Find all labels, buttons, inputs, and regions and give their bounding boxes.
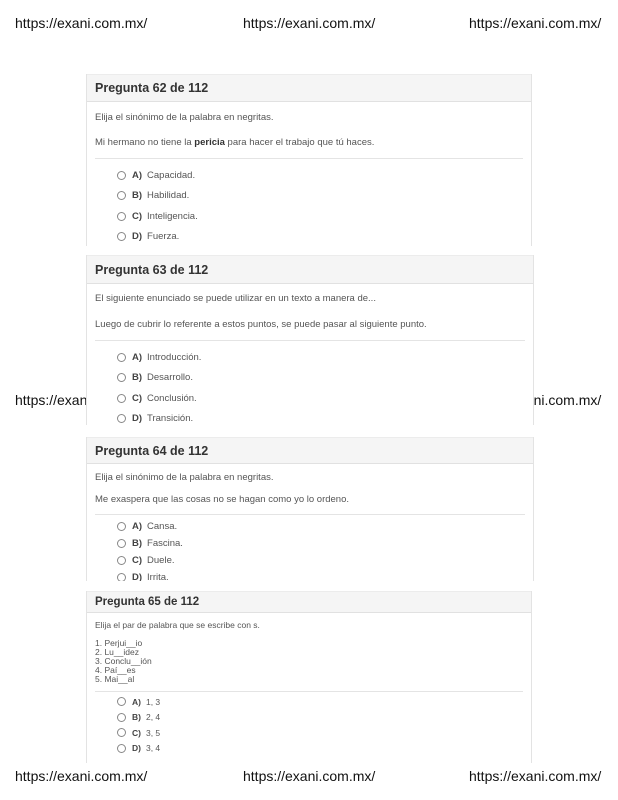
option-a[interactable]: A) 1, 3 — [117, 694, 523, 710]
question-sentence: Me exaspera que las cosas no se hagan co… — [95, 494, 350, 505]
option-c[interactable]: C) 3, 5 — [117, 725, 523, 741]
list-item: 4. Paí__es — [95, 665, 136, 675]
option-c[interactable]: C) Inteligencia. — [117, 206, 523, 227]
watermark-top-left[interactable]: https://exani.com.mx/ — [15, 15, 147, 31]
radio-icon[interactable] — [117, 556, 126, 565]
watermark-bottom-right[interactable]: https://exani.com.mx/ — [469, 768, 601, 784]
question-sentence: Luego de cubrir lo referente a estos pun… — [95, 319, 427, 330]
watermark-bottom-center[interactable]: https://exani.com.mx/ — [243, 768, 375, 784]
bold-word: pericia — [194, 137, 225, 148]
question-instruction: Elija el sinónimo de la palabra en negri… — [95, 472, 274, 483]
question-card-62: Pregunta 62 de 112 Elija el sinónimo de … — [86, 74, 532, 246]
option-c[interactable]: C) Duele. — [117, 552, 525, 569]
option-a[interactable]: A) Cansa. — [117, 518, 525, 535]
radio-icon[interactable] — [117, 743, 126, 753]
list-item: 3. Conclu__ión — [95, 656, 152, 666]
radio-icon[interactable] — [117, 522, 126, 531]
watermark-bottom-left[interactable]: https://exani.com.mx/ — [15, 768, 147, 784]
radio-icon[interactable] — [117, 393, 126, 403]
option-d[interactable]: D) Transición. — [117, 409, 525, 426]
option-d[interactable]: D) 3, 4 — [117, 741, 523, 757]
list-item: 2. Lu__idez — [95, 647, 139, 657]
question-title: Pregunta 62 de 112 — [87, 74, 531, 102]
question-card-63: Pregunta 63 de 112 El siguiente enunciad… — [86, 255, 534, 425]
question-instruction: El siguiente enunciado se puede utilizar… — [95, 293, 376, 304]
radio-icon[interactable] — [117, 414, 126, 424]
radio-icon[interactable] — [117, 697, 126, 707]
radio-icon[interactable] — [117, 539, 126, 548]
option-d[interactable]: D) Irrita. — [117, 569, 525, 581]
radio-icon[interactable] — [117, 191, 126, 201]
watermark-top-center[interactable]: https://exani.com.mx/ — [243, 15, 375, 31]
word-list: 1. Perjui__io 2. Lu__idez 3. Conclu__ión… — [95, 639, 523, 684]
radio-icon[interactable] — [117, 211, 126, 221]
radio-icon[interactable] — [117, 573, 126, 581]
option-d[interactable]: D) Fuerza. — [117, 227, 523, 247]
radio-icon[interactable] — [117, 352, 126, 362]
option-b[interactable]: B) Habilidad. — [117, 186, 523, 207]
question-instruction: Elija el par de palabra que se escribe c… — [95, 620, 260, 630]
radio-icon[interactable] — [117, 232, 126, 242]
option-a[interactable]: A) Introducción. — [117, 347, 525, 368]
list-item: 5. Mai__al — [95, 674, 135, 684]
option-c[interactable]: C) Conclusión. — [117, 388, 525, 409]
list-item: 1. Perjui__io — [95, 638, 143, 648]
radio-icon[interactable] — [117, 728, 126, 738]
question-title: Pregunta 63 de 112 — [87, 255, 533, 284]
radio-icon[interactable] — [117, 712, 126, 722]
option-b[interactable]: B) Desarrollo. — [117, 368, 525, 389]
question-title: Pregunta 64 de 112 — [87, 437, 533, 464]
option-a[interactable]: A) Capacidad. — [117, 165, 523, 186]
question-card-64: Pregunta 64 de 112 Elija el sinónimo de … — [86, 437, 534, 581]
question-instruction: Elija el sinónimo de la palabra en negri… — [95, 112, 274, 123]
question-sentence: Mi hermano no tiene la pericia para hace… — [95, 137, 375, 148]
question-title: Pregunta 65 de 112 — [87, 591, 531, 613]
option-b[interactable]: B) Fascina. — [117, 535, 525, 552]
radio-icon[interactable] — [117, 170, 126, 180]
radio-icon[interactable] — [117, 373, 126, 383]
watermark-top-right[interactable]: https://exani.com.mx/ — [469, 15, 601, 31]
option-b[interactable]: B) 2, 4 — [117, 710, 523, 726]
question-card-65: Pregunta 65 de 112 Elija el par de palab… — [86, 591, 532, 763]
